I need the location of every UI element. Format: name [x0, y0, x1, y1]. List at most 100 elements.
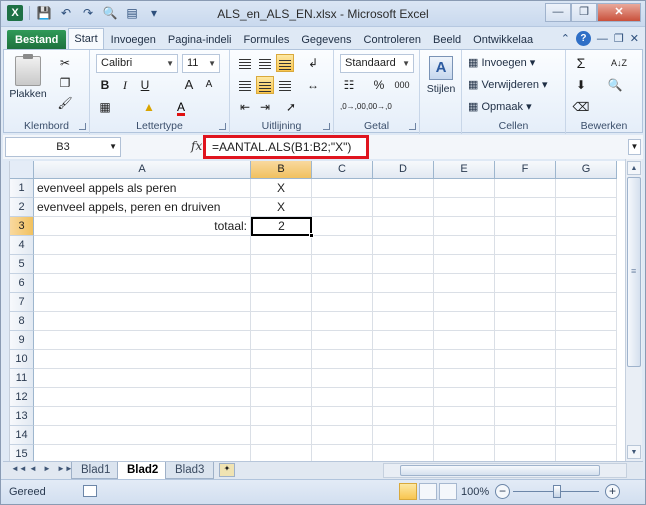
borders-icon[interactable]: ▦	[96, 98, 114, 116]
cell-b3[interactable]: 2	[251, 217, 312, 236]
cell-f7[interactable]	[495, 293, 556, 312]
row-header-11[interactable]: 11	[10, 369, 34, 388]
cell-d1[interactable]	[373, 179, 434, 198]
next-sheet-icon[interactable]: ►	[43, 464, 51, 473]
name-box[interactable]: B3 ▼	[5, 137, 121, 157]
cell-d11[interactable]	[373, 369, 434, 388]
cell-g9[interactable]	[556, 331, 617, 350]
cell-b12[interactable]	[251, 388, 312, 407]
horizontal-scroll-thumb[interactable]	[400, 465, 600, 476]
cell-a6[interactable]	[34, 274, 251, 293]
cell-d9[interactable]	[373, 331, 434, 350]
cell-c1[interactable]	[312, 179, 373, 198]
cell-d4[interactable]	[373, 236, 434, 255]
tab-beeld[interactable]: Beeld	[428, 30, 466, 50]
cell-f6[interactable]	[495, 274, 556, 293]
row-header-3[interactable]: 3	[10, 217, 34, 236]
cell-g11[interactable]	[556, 369, 617, 388]
cell-d7[interactable]	[373, 293, 434, 312]
cell-a14[interactable]	[34, 426, 251, 445]
grow-font-button[interactable]: A	[180, 76, 198, 94]
page-break-view-icon[interactable]	[439, 483, 457, 500]
cell-a13[interactable]	[34, 407, 251, 426]
cell-g8[interactable]	[556, 312, 617, 331]
cell-d15[interactable]	[373, 445, 434, 461]
cell-c13[interactable]	[312, 407, 373, 426]
cell-g12[interactable]	[556, 388, 617, 407]
row-header-8[interactable]: 8	[10, 312, 34, 331]
macro-record-icon[interactable]	[83, 485, 97, 497]
minimize-button[interactable]: —	[545, 3, 571, 22]
percent-button[interactable]: %	[370, 76, 388, 94]
cell-b6[interactable]	[251, 274, 312, 293]
cell-b10[interactable]	[251, 350, 312, 369]
orientation-icon[interactable]: ➚	[282, 98, 300, 116]
column-header-f[interactable]: F	[495, 161, 556, 179]
column-header-g[interactable]: G	[556, 161, 617, 179]
tab-bestand[interactable]: Bestand	[7, 30, 67, 50]
row-header-1[interactable]: 1	[10, 179, 34, 198]
cell-d14[interactable]	[373, 426, 434, 445]
cell-a2[interactable]: evenveel appels, peren en druiven	[34, 198, 251, 217]
row-header-9[interactable]: 9	[10, 331, 34, 350]
cell-e13[interactable]	[434, 407, 495, 426]
tab-invoegen[interactable]: Invoegen	[106, 30, 161, 50]
cell-b14[interactable]	[251, 426, 312, 445]
cell-f1[interactable]	[495, 179, 556, 198]
column-header-e[interactable]: E	[434, 161, 495, 179]
cell-e2[interactable]	[434, 198, 495, 217]
align-bottom-icon[interactable]	[276, 54, 294, 72]
cell-e6[interactable]	[434, 274, 495, 293]
cell-e4[interactable]	[434, 236, 495, 255]
font-name-dropdown[interactable]: Calibri ▼	[96, 54, 178, 73]
close-button[interactable]: ✕	[597, 3, 641, 22]
cell-c8[interactable]	[312, 312, 373, 331]
align-center-icon[interactable]	[256, 76, 274, 94]
row-header-7[interactable]: 7	[10, 293, 34, 312]
row-header-2[interactable]: 2	[10, 198, 34, 217]
cell-d3[interactable]	[373, 217, 434, 236]
cell-b1[interactable]: X	[251, 179, 312, 198]
cell-e1[interactable]	[434, 179, 495, 198]
cell-c7[interactable]	[312, 293, 373, 312]
cell-b7[interactable]	[251, 293, 312, 312]
insert-sheet-icon[interactable]: ✦	[219, 463, 235, 477]
tab-formules[interactable]: Formules	[239, 30, 295, 50]
align-top-icon[interactable]	[236, 54, 254, 72]
doc-close-icon[interactable]: ✕	[630, 32, 639, 45]
format-painter-icon[interactable]: 🖌	[56, 94, 74, 112]
row-header-6[interactable]: 6	[10, 274, 34, 293]
clear-icon[interactable]: ⌫	[572, 98, 590, 116]
cell-b15[interactable]	[251, 445, 312, 461]
cell-e8[interactable]	[434, 312, 495, 331]
tab-pagina-indeling[interactable]: Pagina-indeli	[163, 30, 237, 50]
cell-b5[interactable]	[251, 255, 312, 274]
cell-e7[interactable]	[434, 293, 495, 312]
merge-center-icon[interactable]: ↔	[304, 76, 322, 94]
format-cells-button[interactable]: ▦ Opmaak ▾	[468, 100, 532, 113]
cell-f11[interactable]	[495, 369, 556, 388]
cell-g6[interactable]	[556, 274, 617, 293]
vertical-scroll-thumb[interactable]	[627, 177, 641, 367]
decrease-indent-icon[interactable]: ⇤	[236, 98, 254, 116]
cell-f3[interactable]	[495, 217, 556, 236]
cell-f2[interactable]	[495, 198, 556, 217]
sheet-tab-blad2[interactable]: Blad2	[117, 462, 169, 480]
thousands-button[interactable]: 000	[390, 76, 414, 94]
cell-d12[interactable]	[373, 388, 434, 407]
cell-a1[interactable]: evenveel appels als peren	[34, 179, 251, 198]
cell-e15[interactable]	[434, 445, 495, 461]
help-icon[interactable]: ?	[575, 31, 591, 46]
horizontal-scrollbar[interactable]	[383, 463, 627, 478]
shrink-font-button[interactable]: A	[200, 76, 218, 94]
cell-g1[interactable]	[556, 179, 617, 198]
cell-a11[interactable]	[34, 369, 251, 388]
cell-c11[interactable]	[312, 369, 373, 388]
tab-ontwikkelaars[interactable]: Ontwikkelaa	[468, 30, 538, 50]
zoom-out-button[interactable]: −	[495, 484, 510, 499]
row-header-15[interactable]: 15	[10, 445, 34, 461]
cell-e3[interactable]	[434, 217, 495, 236]
font-size-dropdown[interactable]: 11 ▼	[182, 54, 220, 73]
sheet-tab-blad3[interactable]: Blad3	[165, 462, 215, 479]
cell-a5[interactable]	[34, 255, 251, 274]
